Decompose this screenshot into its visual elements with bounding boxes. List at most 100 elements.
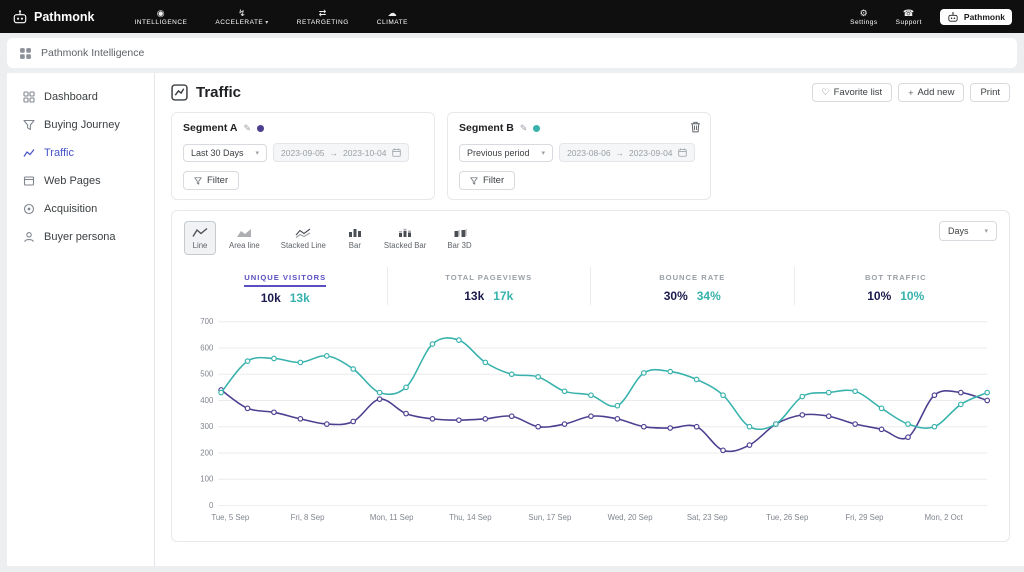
svg-text:Sun, 17 Sep: Sun, 17 Sep [528, 513, 572, 522]
svg-text:Tue, 26 Sep: Tue, 26 Sep [766, 513, 809, 522]
chart-type-switcher: Line Area line Stacked Line Bar Stacked … [184, 221, 480, 255]
svg-text:0: 0 [209, 501, 214, 510]
nav-retargeting[interactable]: ⇄ RETARGETING [297, 8, 349, 26]
line-type-icon [192, 228, 208, 237]
filter-label: Filter [207, 175, 229, 186]
line-chart-icon [23, 149, 35, 157]
badge-label: Pathmonk [963, 11, 1005, 22]
interval-select-value: Days [947, 226, 969, 236]
segment-a-name: Segment A [183, 122, 238, 134]
sidebar-item-label: Acquisition [44, 203, 98, 215]
stat-value-segment-a: 13k [464, 289, 485, 303]
stat-values: 10% 10% [801, 289, 992, 303]
svg-text:Wed, 20 Sep: Wed, 20 Sep [608, 513, 654, 522]
segment-b-controls: Previous period ▾ 2023-08-06 → 2023-09-0… [459, 143, 699, 162]
add-new-button[interactable]: + Add new [898, 83, 965, 102]
plus-icon: + [908, 87, 914, 98]
pathmonk-robot-icon [13, 9, 27, 23]
stat-label: UNIQUE VISITORS [244, 273, 327, 287]
filter-funnel-icon [470, 176, 478, 185]
nav-climate[interactable]: ☁ CLIMATE [377, 8, 408, 26]
segment-b-date-range[interactable]: 2023-08-06 → 2023-09-04 [559, 143, 695, 162]
settings-label: Settings [850, 18, 878, 26]
nav-accelerate-label: ACCELERATE [215, 18, 264, 26]
edit-pencil-icon[interactable]: ✎ [520, 123, 528, 134]
chart-type-bar[interactable]: Bar [339, 221, 371, 255]
svg-text:Fri, 29 Sep: Fri, 29 Sep [845, 513, 884, 522]
chart-type-label: Bar 3D [447, 241, 472, 250]
sidebar-item-label: Buying Journey [44, 119, 120, 131]
nav-intelligence[interactable]: ◉ INTELLIGENCE [134, 8, 187, 26]
segment-b-range-select[interactable]: Previous period ▾ [459, 143, 554, 162]
segment-b-header: Segment B ✎ [459, 122, 699, 134]
chart-type-area-line[interactable]: Area line [221, 221, 268, 255]
svg-text:Mon, 11 Sep: Mon, 11 Sep [370, 513, 414, 522]
sidebar-item-buyer-persona[interactable]: Buyer persona [7, 223, 154, 251]
sidebar-item-dashboard[interactable]: Dashboard [7, 83, 154, 111]
segment-a-range-select[interactable]: Last 30 Days ▾ [183, 143, 268, 162]
top-navbar: Pathmonk ◉ INTELLIGENCE ↯ ACCELERATE ▾ ⇄ … [0, 0, 1024, 33]
chevron-down-icon: ▾ [984, 228, 988, 235]
funnel-icon [23, 119, 35, 131]
svg-text:200: 200 [200, 448, 214, 457]
stat-total-pageviews[interactable]: TOTAL PAGEVIEWS 13k 17k [386, 267, 591, 305]
svg-text:400: 400 [200, 396, 214, 405]
stat-bounce-rate[interactable]: BOUNCE RATE 30% 34% [590, 267, 794, 305]
sidebar-item-acquisition[interactable]: Acquisition [7, 195, 154, 223]
chart-type-bar-3d[interactable]: Bar 3D [439, 221, 479, 255]
stat-unique-visitors[interactable]: UNIQUE VISITORS 10k 13k [184, 267, 387, 305]
sidebar-item-buying-journey[interactable]: Buying Journey [7, 111, 154, 139]
web-page-icon [23, 176, 35, 186]
heart-icon: ♡ [821, 87, 830, 97]
person-icon [24, 232, 34, 242]
delete-segment-button[interactable] [690, 121, 701, 136]
sidebar-item-label: Traffic [44, 147, 74, 159]
stat-bot-traffic[interactable]: BOT TRAFFIC 10% 10% [793, 267, 998, 305]
stat-value-segment-a: 10k [260, 291, 281, 305]
bar-type-icon [348, 229, 361, 237]
segment-b-name: Segment B [459, 122, 514, 134]
print-button[interactable]: Print [970, 83, 1010, 102]
climate-icon: ☁ [387, 7, 398, 18]
sidebar-item-label: Buyer persona [44, 231, 116, 243]
svg-text:Fri, 8 Sep: Fri, 8 Sep [291, 513, 325, 522]
segment-a-date-range[interactable]: 2023-09-05 → 2023-10-04 [273, 143, 409, 162]
chart-type-stacked-bar[interactable]: Stacked Bar [376, 221, 434, 255]
sidebar: Dashboard Buying Journey Traffic Web Pag… [7, 73, 155, 566]
segment-a-controls: Last 30 Days ▾ 2023-09-05 → 2023-10-04 [183, 143, 423, 162]
nav-accelerate[interactable]: ↯ ACCELERATE ▾ [215, 8, 268, 26]
sidebar-item-traffic[interactable]: Traffic [7, 139, 154, 167]
segment-a-filter-button[interactable]: Filter [183, 171, 240, 190]
favorite-list-label: Favorite list [833, 87, 883, 98]
chart-type-line[interactable]: Line [184, 221, 216, 255]
pathmonk-robot-icon [948, 11, 958, 22]
trash-icon [691, 121, 700, 133]
traffic-line-chart[interactable]: 0 100 200 300 400 500 600 700 Tue, 5 Sep Fri, 8 S… [184, 311, 997, 524]
headset-icon: ☎ [902, 7, 915, 18]
settings-button[interactable]: ⚙ Settings [850, 8, 878, 26]
page-title: Traffic [196, 84, 242, 101]
support-label: Support [895, 18, 922, 26]
svg-text:600: 600 [200, 343, 214, 352]
favorite-list-button[interactable]: ♡ Favorite list [811, 83, 893, 102]
segment-cards: Segment A ✎ Last 30 Days ▾ 2023-09-05 → … [171, 112, 1010, 200]
range-select-value: Last 30 Days [191, 147, 244, 158]
sidebar-item-web-pages[interactable]: Web Pages [7, 167, 154, 195]
stat-value-segment-a: 30% [663, 289, 688, 303]
date-to: 2023-09-04 [629, 147, 673, 158]
segment-b-filter-button[interactable]: Filter [459, 171, 516, 190]
brand[interactable]: Pathmonk [12, 10, 94, 24]
stacked-bar-type-icon [399, 228, 412, 237]
svg-text:500: 500 [200, 370, 214, 379]
app-title: Pathmonk Intelligence [41, 47, 145, 59]
interval-select[interactable]: Days ▾ [938, 221, 997, 241]
add-new-label: Add new [917, 87, 955, 98]
pathmonk-account-badge[interactable]: Pathmonk [939, 8, 1012, 25]
segment-a-filter-row: Filter [183, 171, 423, 190]
edit-pencil-icon[interactable]: ✎ [243, 123, 251, 134]
chevron-down-icon: ▾ [541, 149, 546, 157]
support-button[interactable]: ☎ Support [896, 8, 922, 26]
chart-type-stacked-line[interactable]: Stacked Line [273, 221, 334, 255]
stat-value-segment-b: 17k [493, 289, 514, 303]
segment-b-color-dot [533, 124, 541, 132]
